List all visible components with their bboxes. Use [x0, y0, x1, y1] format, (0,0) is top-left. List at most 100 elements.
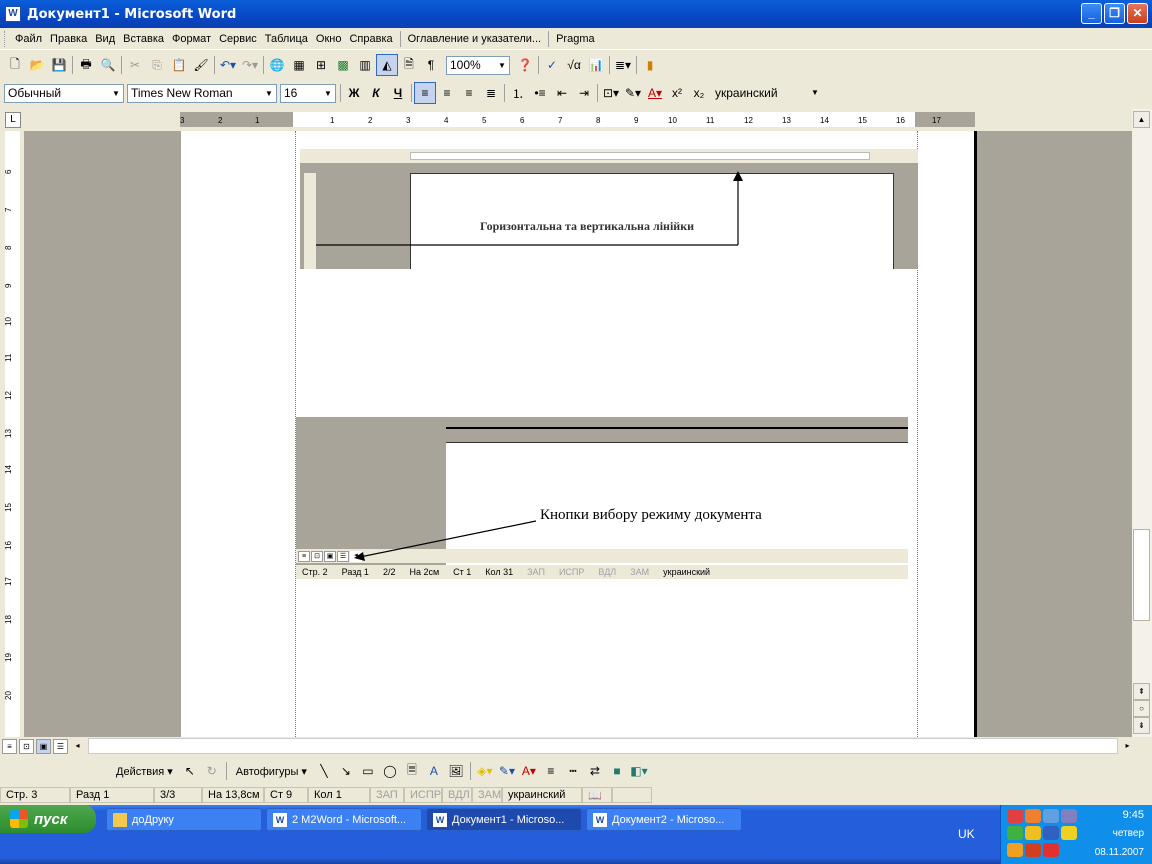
language-select[interactable]: украинский ▼ [712, 83, 822, 103]
font-size-select[interactable]: 16 ▼ [280, 83, 336, 103]
redo-icon[interactable]: ↷▾ [239, 54, 261, 76]
normal-view-button[interactable]: ≡ [2, 738, 17, 754]
chevron-down-icon[interactable]: ▼ [321, 85, 335, 102]
show-hide-icon[interactable]: ¶ [420, 54, 442, 76]
font-color-icon[interactable]: A▾ [644, 82, 666, 104]
tray-app-icon[interactable] [1043, 826, 1059, 840]
line-style-icon[interactable]: ≡ [540, 760, 562, 782]
dash-style-icon[interactable]: ┅ [562, 760, 584, 782]
menu-pragma[interactable]: Pragma [552, 33, 599, 45]
cut-icon[interactable]: ✂ [124, 54, 146, 76]
chart-icon[interactable]: 📊 [585, 54, 607, 76]
tray-app-icon[interactable] [1025, 843, 1041, 857]
borders-icon[interactable]: ⊡▾ [600, 82, 622, 104]
underline-button[interactable]: Ч [387, 82, 409, 104]
spelling-icon[interactable]: ✓ [541, 54, 563, 76]
horizontal-ruler[interactable]: 321 1 2 3 4 5 6 7 8 9 10 11 12 13 14 15 16 17 [180, 112, 975, 127]
menu-table[interactable]: Таблица [261, 33, 312, 45]
toolbar-grip[interactable] [4, 30, 7, 47]
menu-insert[interactable]: Вставка [119, 33, 168, 45]
font-select[interactable]: Times New Roman ▼ [127, 83, 277, 103]
tray-app-icon[interactable] [1007, 843, 1023, 857]
equation-icon[interactable]: √α [563, 54, 585, 76]
tray-app-icon[interactable] [1061, 809, 1077, 823]
scroll-up-icon[interactable]: ▲ [1133, 111, 1150, 128]
arrow-icon[interactable]: ↘ [335, 760, 357, 782]
next-page-icon[interactable]: ⇟ [1133, 717, 1150, 734]
previous-page-icon[interactable]: ⇞ [1133, 683, 1150, 700]
align-right-icon[interactable]: ≡ [458, 82, 480, 104]
select-browse-object-icon[interactable]: ○ [1133, 700, 1150, 717]
document-workspace[interactable]: Горизонтальна та вертикальна лінійки Кно… [24, 131, 1132, 737]
menu-window[interactable]: Окно [312, 33, 346, 45]
wordart-icon[interactable]: A [423, 760, 445, 782]
hyperlink-icon[interactable]: 🌐 [266, 54, 288, 76]
decrease-indent-icon[interactable]: ⇤ [551, 82, 573, 104]
task-document2[interactable]: W Документ2 - Microso... [586, 808, 742, 831]
3d-icon[interactable]: ◧▾ [628, 760, 650, 782]
line-color-icon[interactable]: ✎▾ [496, 760, 518, 782]
minimize-button[interactable]: _ [1081, 3, 1102, 24]
spelling-status-icon[interactable]: 📖 [582, 787, 612, 803]
chevron-down-icon[interactable]: ▼ [808, 84, 822, 101]
chevron-down-icon[interactable]: ▼ [262, 85, 276, 102]
tray-app-icon[interactable] [1061, 826, 1077, 840]
status-ext[interactable]: ВДЛ [442, 787, 472, 803]
task-document1[interactable]: W Документ1 - Microso... [426, 808, 582, 831]
tables-borders-icon[interactable]: ▦ [288, 54, 310, 76]
chevron-down-icon[interactable]: ▼ [495, 57, 509, 74]
menu-file[interactable]: Файл [11, 33, 46, 45]
menu-toc[interactable]: Оглавление и указатели... [404, 33, 545, 45]
copy-icon[interactable]: ⎘ [146, 54, 168, 76]
new-document-icon[interactable]: 🗋 [4, 54, 26, 76]
start-button[interactable]: пуск [0, 805, 96, 833]
free-rotate-icon[interactable]: ↻ [201, 760, 223, 782]
autoshapes-menu[interactable]: Автофигуры ▾ [230, 765, 313, 778]
select-objects-icon[interactable]: ↖ [179, 760, 201, 782]
save-icon[interactable]: 💾 [48, 54, 70, 76]
bold-button[interactable]: Ж [343, 82, 365, 104]
status-rec[interactable]: ЗАП [370, 787, 404, 803]
vertical-scrollbar[interactable]: ▲ ⇞ ○ ⇟ [1132, 109, 1152, 737]
menu-view[interactable]: Вид [91, 33, 119, 45]
align-left-icon[interactable]: ≡ [414, 82, 436, 104]
insert-excel-icon[interactable]: ▩ [332, 54, 354, 76]
menu-edit[interactable]: Правка [46, 33, 91, 45]
menu-help[interactable]: Справка [345, 33, 396, 45]
columns-icon[interactable]: ▥ [354, 54, 376, 76]
format-painter-icon[interactable]: 🖌 [190, 54, 212, 76]
rectangle-icon[interactable]: ▭ [357, 760, 379, 782]
justify-icon[interactable]: ≣ [480, 82, 502, 104]
scroll-thumb[interactable] [1133, 529, 1150, 621]
print-preview-icon[interactable]: 🔍 [97, 54, 119, 76]
chevron-down-icon[interactable]: ▼ [109, 85, 123, 102]
superscript-icon[interactable]: x² [666, 82, 688, 104]
horizontal-scrollbar[interactable] [88, 738, 1118, 754]
tray-app-icon[interactable] [1007, 826, 1023, 840]
tray-app-icon[interactable] [1025, 826, 1041, 840]
highlight-icon[interactable]: ✎▾ [622, 82, 644, 104]
actions-menu[interactable]: Действия ▾ [110, 765, 179, 778]
textbox-icon[interactable]: 🗏 [401, 760, 423, 782]
menu-tools[interactable]: Сервис [215, 33, 261, 45]
shadow-icon[interactable]: ■ [606, 760, 628, 782]
drawing-icon[interactable]: ◭ [376, 54, 398, 76]
print-icon[interactable]: 🖶 [75, 54, 97, 76]
fill-color-icon[interactable]: ◈▾ [474, 760, 496, 782]
status-trk[interactable]: ИСПР [404, 787, 442, 803]
scroll-right-icon[interactable]: ▸ [1120, 739, 1135, 754]
insert-table-icon[interactable]: ⊞ [310, 54, 332, 76]
print-layout-button[interactable]: ▣ [36, 738, 51, 754]
input-language-indicator[interactable]: UK [958, 827, 975, 841]
database-icon[interactable]: ▮ [639, 54, 661, 76]
oval-icon[interactable]: ◯ [379, 760, 401, 782]
arrow-style-icon[interactable]: ⇄ [584, 760, 606, 782]
undo-icon[interactable]: ↶▾ [217, 54, 239, 76]
font-color-icon[interactable]: A▾ [518, 760, 540, 782]
status-ovr[interactable]: ЗАМ [472, 787, 502, 803]
tray-antivirus-icon[interactable] [1007, 809, 1023, 823]
scroll-left-icon[interactable]: ◂ [70, 739, 85, 754]
numbering-icon[interactable]: ≣▾ [612, 54, 634, 76]
tray-network-icon[interactable] [1043, 809, 1059, 823]
help-icon[interactable]: ❓ [514, 54, 536, 76]
